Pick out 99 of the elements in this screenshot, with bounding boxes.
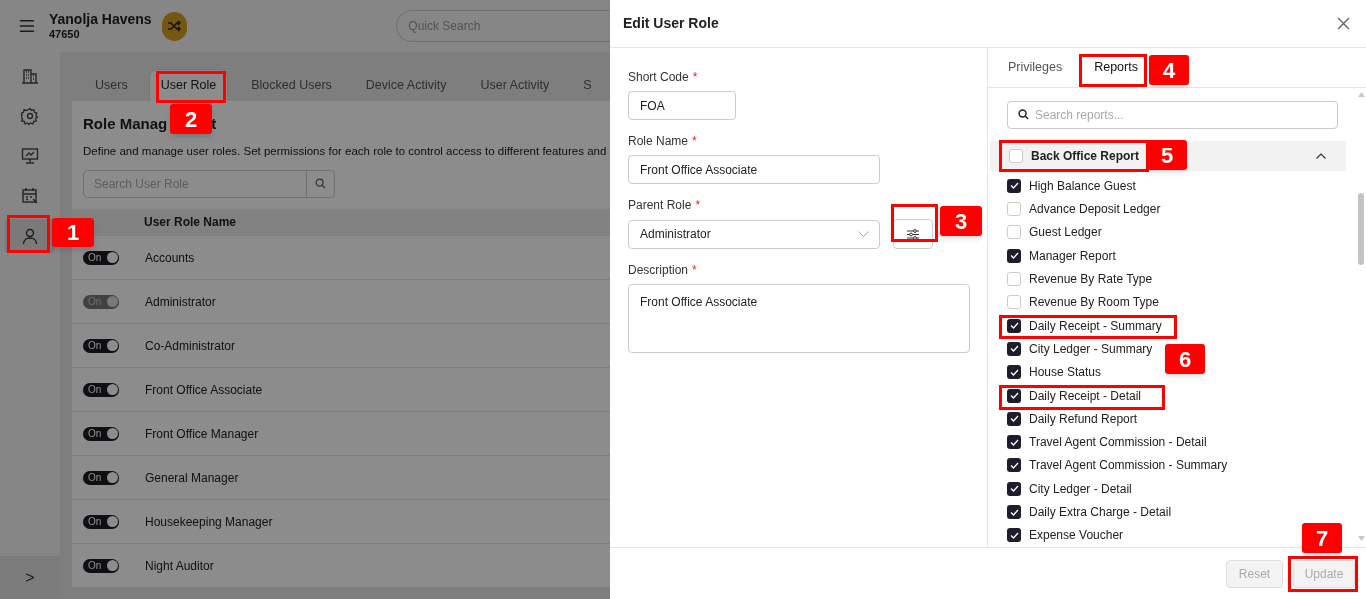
chevron-down-icon bbox=[858, 231, 869, 237]
highlight-box bbox=[7, 215, 50, 253]
field-label: Short Code * bbox=[628, 69, 699, 86]
sliders-icon bbox=[907, 228, 919, 240]
step-badge: 6 bbox=[1165, 344, 1205, 374]
toggle-switch[interactable]: On bbox=[83, 426, 119, 441]
toggle-switch[interactable]: On bbox=[83, 338, 119, 353]
tab[interactable]: Users bbox=[84, 69, 139, 101]
input-field[interactable]: FOA bbox=[628, 91, 736, 120]
tab[interactable]: User Activity bbox=[469, 69, 561, 101]
checkbox[interactable] bbox=[1007, 202, 1021, 217]
toggle-switch[interactable]: On bbox=[83, 250, 119, 265]
report-item-label: Daily Refund Report bbox=[1029, 411, 1138, 426]
building-icon bbox=[21, 67, 39, 85]
table-cell-text: Accounts bbox=[145, 249, 195, 267]
settings-icon bbox=[21, 107, 39, 125]
report-item-label: City Ledger - Detail bbox=[1029, 481, 1132, 496]
highlight-box bbox=[891, 204, 938, 242]
table-cell-text: Housekeeping Manager bbox=[145, 513, 273, 531]
tab[interactable]: Reports bbox=[1084, 52, 1148, 83]
step-badge: 7 bbox=[1302, 523, 1342, 553]
report-item-label: High Balance Guest bbox=[1029, 178, 1136, 193]
checkbox[interactable] bbox=[1007, 248, 1021, 263]
highlight-box bbox=[1079, 54, 1147, 87]
checkbox[interactable] bbox=[1009, 148, 1023, 163]
report-item-label: Travel Agent Commission - Summary bbox=[1029, 458, 1228, 473]
report-item-label: Guest Ledger bbox=[1029, 225, 1102, 240]
table-cell-text: Night Auditor bbox=[145, 557, 214, 575]
filter-button[interactable] bbox=[893, 219, 933, 249]
report-item-label: Travel Agent Commission - Detail bbox=[1029, 435, 1207, 450]
search-icon[interactable] bbox=[315, 178, 326, 190]
switch-property-button[interactable] bbox=[161, 11, 188, 41]
column-header: User Role Name bbox=[144, 214, 237, 232]
field-label: Role Name * bbox=[628, 133, 698, 150]
table-cell-text: General Manager bbox=[145, 469, 239, 487]
drawer-title: Edit User Role bbox=[623, 14, 719, 33]
report-item-label: Manager Report bbox=[1029, 248, 1116, 263]
step-badge: 2 bbox=[170, 104, 212, 134]
step-badge: 5 bbox=[1147, 140, 1187, 170]
user-icon bbox=[21, 227, 39, 245]
table-cell-text: Co-Administrator bbox=[145, 337, 236, 355]
group-label: Back Office Report bbox=[1031, 148, 1140, 163]
section-title: t bbox=[211, 114, 217, 134]
checkbox[interactable] bbox=[1007, 435, 1021, 450]
table-cell-text: Front Office Associate bbox=[145, 381, 263, 399]
menu-icon[interactable] bbox=[19, 19, 35, 33]
checkbox[interactable] bbox=[1007, 458, 1021, 473]
shuffle-icon bbox=[167, 20, 182, 32]
checkbox[interactable] bbox=[1007, 528, 1021, 543]
expand-sidebar-button[interactable]: > bbox=[0, 556, 60, 599]
toggle-switch[interactable]: On bbox=[83, 514, 119, 529]
report-item-label: Daily Receipt - Summary bbox=[1029, 318, 1162, 333]
monitor-icon bbox=[21, 147, 39, 165]
report-item-label: City Ledger - Summary bbox=[1029, 341, 1153, 356]
scrollbar-thumb[interactable] bbox=[1358, 193, 1364, 265]
checkbox[interactable] bbox=[1007, 411, 1021, 426]
step-badge: 4 bbox=[1149, 55, 1189, 85]
property-name: Yanolja Havens bbox=[48, 12, 152, 26]
checkbox[interactable] bbox=[1007, 178, 1021, 193]
report-item-label: Revenue By Rate Type bbox=[1029, 272, 1153, 287]
section-title: Role Manag bbox=[83, 114, 168, 134]
checkbox[interactable] bbox=[1007, 388, 1021, 403]
report-item-label: Advance Deposit Ledger bbox=[1029, 202, 1161, 217]
checkbox[interactable] bbox=[1007, 295, 1021, 310]
checkbox[interactable] bbox=[1007, 272, 1021, 287]
input-field[interactable]: Front Office Associate bbox=[628, 155, 880, 184]
tab[interactable]: S bbox=[572, 69, 603, 101]
search-icon bbox=[1018, 109, 1029, 121]
report-item-label: Revenue By Room Type bbox=[1029, 295, 1159, 310]
dropdown-field[interactable]: Administrator bbox=[628, 219, 880, 249]
text-area[interactable]: Front Office Associate bbox=[628, 284, 970, 353]
checkbox[interactable] bbox=[1007, 341, 1021, 356]
property-code: 47650 bbox=[48, 29, 81, 40]
checkbox[interactable] bbox=[1007, 225, 1021, 240]
table-cell-text: Administrator bbox=[145, 293, 216, 311]
tab[interactable]: Blocked Users bbox=[240, 69, 343, 101]
highlight-box bbox=[1288, 556, 1358, 592]
toggle-switch[interactable]: On bbox=[83, 382, 119, 397]
toggle-switch[interactable]: On bbox=[83, 558, 119, 573]
calendar-icon bbox=[21, 187, 39, 205]
checkbox[interactable] bbox=[1007, 481, 1021, 496]
field-label: Parent Role * bbox=[628, 197, 702, 214]
step-badge: 3 bbox=[940, 206, 982, 236]
toggle-switch[interactable]: On bbox=[83, 470, 119, 485]
checkbox[interactable] bbox=[1007, 318, 1021, 333]
report-item-label: Daily Extra Charge - Detail bbox=[1029, 505, 1172, 520]
report-item-label: House Status bbox=[1029, 365, 1102, 380]
close-icon[interactable] bbox=[1337, 17, 1350, 30]
checkbox[interactable] bbox=[1007, 505, 1021, 520]
checkbox[interactable] bbox=[1007, 365, 1021, 380]
highlight-box bbox=[156, 71, 226, 103]
tab[interactable]: Device Activity bbox=[354, 69, 458, 101]
table-cell-text: Front Office Manager bbox=[145, 425, 259, 443]
report-item-label: Expense Voucher bbox=[1029, 528, 1124, 543]
field-label: Description * bbox=[628, 262, 698, 279]
tab[interactable]: Privileges bbox=[998, 52, 1073, 83]
section-description: Define and manage user roles. Set permissions for each role to control access to different features and bbox=[83, 143, 608, 159]
report-item-label: Daily Receipt - Detail bbox=[1029, 388, 1142, 403]
step-badge: 1 bbox=[52, 218, 94, 247]
